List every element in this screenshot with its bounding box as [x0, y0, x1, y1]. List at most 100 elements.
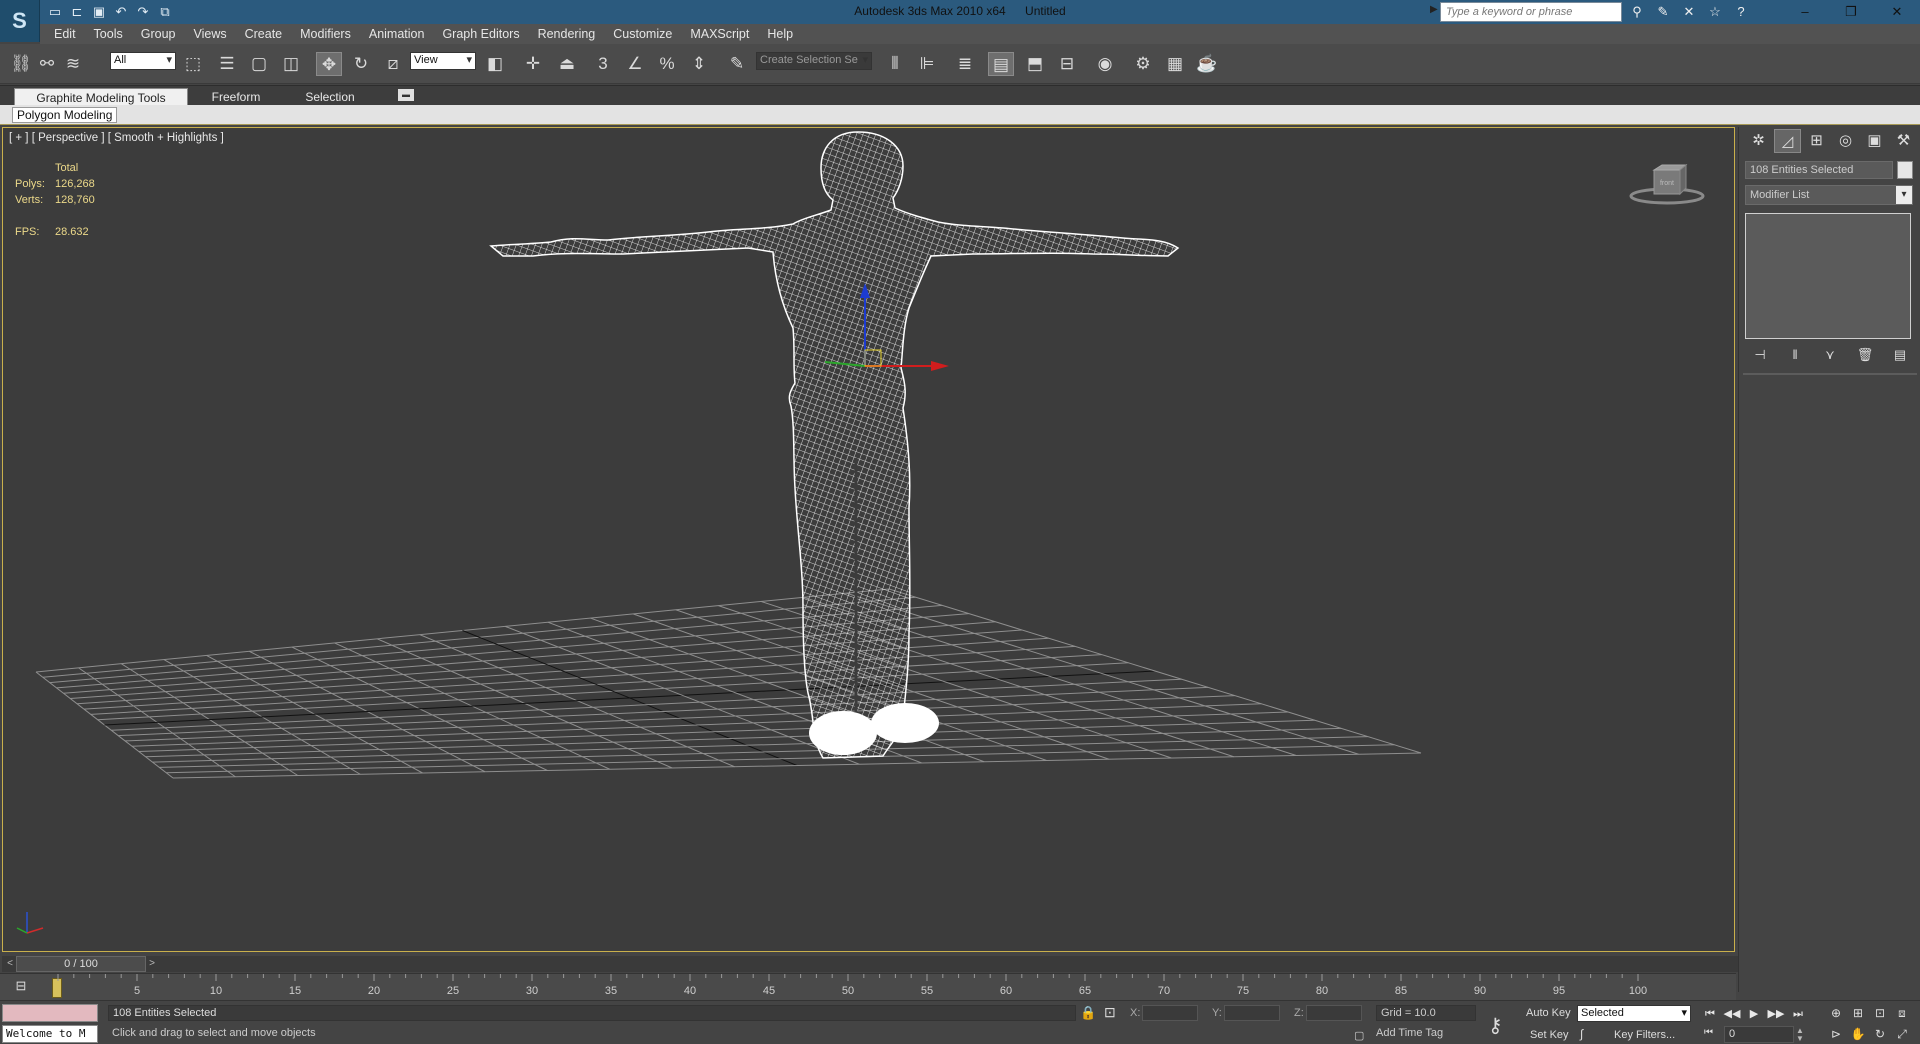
scale-icon[interactable]: ⧄: [380, 52, 406, 76]
key-set-dropdown[interactable]: Selected: [1577, 1005, 1691, 1022]
mirror-icon[interactable]: ⫴: [882, 52, 908, 76]
maxscript-output[interactable]: Welcome to M: [2, 1025, 98, 1043]
curve-editor-icon[interactable]: ⬒: [1022, 52, 1048, 76]
key-filters-button[interactable]: Key Filters...: [1614, 1029, 1675, 1041]
rect-selection-icon[interactable]: ▢: [246, 52, 272, 76]
motion-tab-icon[interactable]: ◎: [1832, 129, 1859, 153]
modifier-stack[interactable]: [1745, 213, 1911, 339]
open-icon[interactable]: ⊏: [68, 3, 86, 21]
edit-named-selection-icon[interactable]: ✎: [724, 52, 750, 76]
restore-icon[interactable]: ❐: [1828, 0, 1874, 24]
favorites-icon[interactable]: ☆: [1704, 2, 1726, 22]
select-by-name-icon[interactable]: ☰: [214, 52, 240, 76]
align-icon[interactable]: ⊫: [914, 52, 940, 76]
subscription-icon[interactable]: ✎: [1652, 2, 1674, 22]
save-icon[interactable]: ▣: [90, 3, 108, 21]
snaps-toggle-icon[interactable]: 3: [590, 52, 616, 76]
play-icon[interactable]: ▶: [1744, 1005, 1764, 1023]
object-color-swatch[interactable]: [1897, 161, 1913, 179]
utilities-tab-icon[interactable]: ⚒: [1890, 129, 1917, 153]
spinner-snap-icon[interactable]: ⇕: [686, 52, 712, 76]
menu-modifiers[interactable]: Modifiers: [300, 27, 351, 41]
close-icon[interactable]: ✕: [1874, 0, 1920, 24]
binoculars-icon[interactable]: ⚲: [1626, 2, 1648, 22]
menu-group[interactable]: Group: [141, 27, 176, 41]
render-setup-icon[interactable]: ⚙: [1130, 52, 1156, 76]
polygon-modeling-panel[interactable]: Polygon Modeling: [12, 107, 118, 123]
tab-graphite-modeling-tools[interactable]: Graphite Modeling Tools: [14, 88, 188, 106]
menu-graph-editors[interactable]: Graph Editors: [442, 27, 519, 41]
time-tag-icon[interactable]: ▢: [1354, 1029, 1364, 1042]
z-coord-field[interactable]: [1306, 1005, 1362, 1021]
modifier-list-dropdown[interactable]: Modifier List ▾: [1745, 185, 1913, 205]
undo-icon[interactable]: ↶: [112, 3, 130, 21]
rotate-icon[interactable]: ↻: [348, 52, 374, 76]
next-frame-arrow-icon[interactable]: >: [146, 956, 158, 972]
redo-icon[interactable]: ↷: [134, 3, 152, 21]
object-name-field[interactable]: 108 Entities Selected: [1745, 161, 1893, 179]
display-tab-icon[interactable]: ▣: [1861, 129, 1888, 153]
help-icon[interactable]: ?: [1730, 2, 1752, 22]
auto-key-button[interactable]: Auto Key: [1526, 1007, 1571, 1019]
configure-modifier-sets-icon[interactable]: ▤: [1889, 345, 1911, 365]
scene-canvas[interactable]: [3, 128, 1735, 952]
project-icon[interactable]: ⧉: [156, 3, 174, 21]
tab-freeform[interactable]: Freeform: [196, 88, 276, 106]
rendered-frame-icon[interactable]: ▦: [1162, 52, 1188, 76]
track-bar[interactable]: ⊟ 5 10 15 20 25 30 35 40 45 50 55 60 65 70 75 80 85 90 95 1…: [0, 973, 1736, 1000]
schematic-view-icon[interactable]: ⊟: [1054, 52, 1080, 76]
x-coord-field[interactable]: [1142, 1005, 1198, 1021]
create-tab-icon[interactable]: ✲: [1745, 129, 1772, 153]
menu-views[interactable]: Views: [193, 27, 226, 41]
pivot-center-icon[interactable]: ◧: [482, 52, 508, 76]
keyboard-shortcut-icon[interactable]: ⏏: [554, 52, 580, 76]
default-tangent-icon[interactable]: ∫: [1580, 1027, 1583, 1041]
zoom-icon[interactable]: ⊕: [1826, 1004, 1846, 1022]
manipulate-icon[interactable]: ✛: [520, 52, 546, 76]
new-icon[interactable]: ▭: [46, 3, 64, 21]
next-key-icon[interactable]: ▶▶: [1766, 1005, 1786, 1023]
menu-rendering[interactable]: Rendering: [538, 27, 596, 41]
menu-create[interactable]: Create: [245, 27, 283, 41]
menu-help[interactable]: Help: [767, 27, 793, 41]
modify-tab-icon[interactable]: ◿: [1774, 129, 1801, 153]
tab-selection[interactable]: Selection: [290, 88, 370, 106]
prev-frame-arrow-icon[interactable]: <: [4, 956, 16, 972]
layer-manager-icon[interactable]: ≣: [952, 52, 978, 76]
make-unique-icon[interactable]: ⋎: [1819, 345, 1841, 365]
ref-coord-dropdown[interactable]: View: [410, 52, 476, 70]
selection-filter-dropdown[interactable]: All: [110, 52, 176, 70]
communication-icon[interactable]: ✕: [1678, 2, 1700, 22]
search-input[interactable]: Type a keyword or phrase: [1440, 2, 1622, 22]
previous-key-icon[interactable]: ◀◀: [1722, 1005, 1742, 1023]
time-slider[interactable]: < 0 / 100 >: [2, 956, 1738, 972]
hierarchy-tab-icon[interactable]: ⊞: [1803, 129, 1830, 153]
set-key-button[interactable]: Set Key: [1530, 1029, 1569, 1041]
menu-tools[interactable]: Tools: [94, 27, 123, 41]
menu-maxscript[interactable]: MAXScript: [690, 27, 749, 41]
viewport-label-menu[interactable]: [ + ] [ Perspective ] [ Smooth + Highlig…: [9, 132, 224, 144]
percent-snap-icon[interactable]: %: [654, 52, 680, 76]
key-icon[interactable]: ⚷: [1488, 1013, 1503, 1038]
maximize-viewport-icon[interactable]: ⤢: [1892, 1025, 1912, 1043]
timeline-ruler[interactable]: 5 10 15 20 25 30 35 40 45 50 55 60 65 70 75 80 85 90 95 100: [56, 974, 1676, 1001]
selection-lock-icon[interactable]: 🔒: [1080, 1005, 1096, 1021]
time-slider-thumb[interactable]: 0 / 100: [16, 956, 146, 972]
graphite-toggle-icon[interactable]: ▤: [988, 52, 1014, 76]
app-logo-icon[interactable]: S: [0, 0, 40, 42]
add-time-tag-button[interactable]: Add Time Tag: [1376, 1027, 1443, 1039]
mini-curve-editor-icon[interactable]: ⊟: [10, 978, 32, 996]
maxscript-mini-listener[interactable]: [2, 1004, 98, 1022]
menu-edit[interactable]: Edit: [54, 27, 76, 41]
select-object-icon[interactable]: ⬚: [180, 52, 206, 76]
material-editor-icon[interactable]: ◉: [1092, 52, 1118, 76]
go-to-start-icon[interactable]: ⏮: [1700, 1005, 1720, 1023]
chevron-down-icon[interactable]: ▾: [1896, 186, 1912, 204]
key-mode-icon[interactable]: ⏮: [1704, 1027, 1713, 1038]
viewcube-icon[interactable]: front: [1628, 162, 1706, 206]
current-frame-field[interactable]: 0: [1724, 1026, 1794, 1043]
menu-customize[interactable]: Customize: [613, 27, 672, 41]
window-crossing-icon[interactable]: ◫: [278, 52, 304, 76]
absolute-mode-icon[interactable]: ⊡: [1104, 1004, 1116, 1021]
frame-spinner-icon[interactable]: ▲ ▼: [1796, 1027, 1804, 1043]
